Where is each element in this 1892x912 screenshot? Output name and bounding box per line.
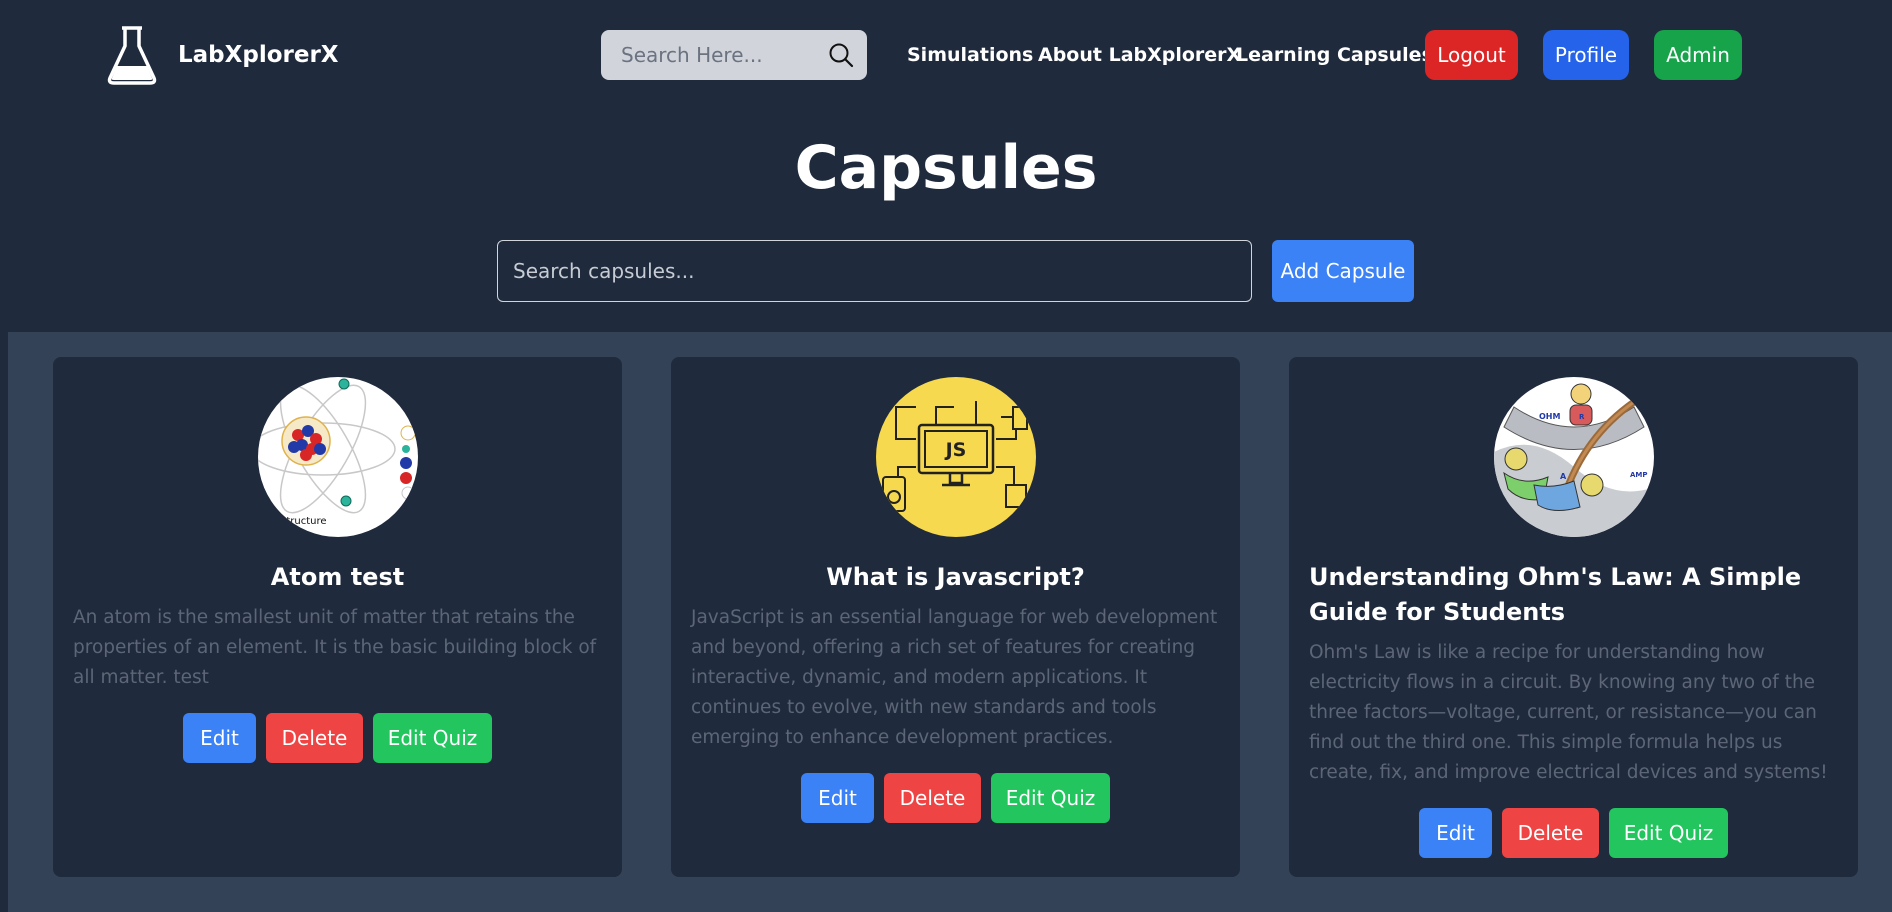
- capsule-image-javascript: JS: [876, 377, 1036, 537]
- add-capsule-button[interactable]: Add Capsule: [1272, 240, 1414, 302]
- edit-quiz-button[interactable]: Edit Quiz: [1609, 808, 1728, 858]
- delete-button[interactable]: Delete: [266, 713, 363, 763]
- nav-search-input[interactable]: [601, 30, 821, 80]
- capsule-image-atom: Structure: [258, 377, 418, 537]
- nav-link-simulations[interactable]: Simulations: [907, 44, 1033, 66]
- delete-button[interactable]: Delete: [884, 773, 981, 823]
- capsule-card: Structure Atom test An atom is the small…: [53, 357, 622, 877]
- delete-button[interactable]: Delete: [1502, 808, 1599, 858]
- ohm-label: OHM: [1539, 412, 1560, 421]
- capsule-title: Understanding Ohm's Law: A Simple Guide …: [1309, 563, 1802, 626]
- amp-label: AMP: [1630, 471, 1648, 479]
- capsule-description: JavaScript is an essential language for …: [691, 607, 1218, 748]
- capsule-title: What is Javascript?: [826, 563, 1085, 591]
- capsule-actions: Edit Delete Edit Quiz: [53, 713, 622, 763]
- edit-button[interactable]: Edit: [1419, 808, 1492, 858]
- capsule-actions: Edit Delete Edit Quiz: [671, 773, 1240, 823]
- flask-icon: [107, 26, 157, 85]
- r-label: R: [1579, 413, 1585, 421]
- nav-link-about[interactable]: About LabXplorerX: [1038, 44, 1241, 66]
- page-title: Capsules: [794, 133, 1098, 203]
- edit-quiz-button[interactable]: Edit Quiz: [373, 713, 492, 763]
- brand-name: LabXplorerX: [178, 42, 339, 68]
- js-screen-label: JS: [944, 439, 967, 461]
- brand[interactable]: LabXplorerX: [106, 24, 339, 86]
- edit-button[interactable]: Edit: [183, 713, 256, 763]
- capsule-image-caption: Structure: [280, 516, 327, 527]
- capsule-search: [497, 240, 1252, 302]
- capsule-image-ohms-law: OHM R A AMP: [1494, 377, 1654, 537]
- capsule-search-input[interactable]: [498, 241, 1251, 301]
- nav-link-learning-capsules[interactable]: Learning Capsules: [1236, 44, 1433, 66]
- profile-button[interactable]: Profile: [1543, 30, 1629, 80]
- capsule-actions: Edit Delete Edit Quiz: [1289, 808, 1858, 858]
- a-label: A: [1560, 472, 1567, 481]
- navbar: LabXplorerX Simulations About LabXplorer…: [0, 0, 1892, 112]
- logout-button[interactable]: Logout: [1425, 30, 1518, 80]
- admin-button[interactable]: Admin: [1654, 30, 1742, 80]
- capsule-card: JS What is Javascript? JavaScript is an …: [671, 357, 1240, 877]
- capsule-description: Ohm's Law is like a recipe for understan…: [1309, 642, 1828, 783]
- edit-quiz-button[interactable]: Edit Quiz: [991, 773, 1110, 823]
- edit-button[interactable]: Edit: [801, 773, 874, 823]
- capsule-description: An atom is the smallest unit of matter t…: [73, 607, 597, 688]
- capsule-card: OHM R A AMP Understanding Ohm's Law: A S…: [1289, 357, 1858, 877]
- capsule-title: Atom test: [270, 563, 405, 591]
- nav-search: [601, 30, 867, 80]
- search-icon[interactable]: [828, 42, 854, 68]
